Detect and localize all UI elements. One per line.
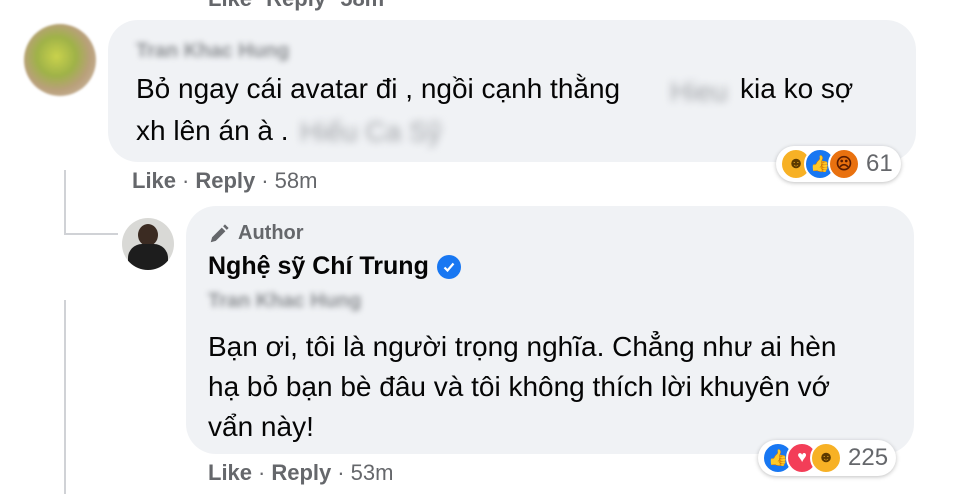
prev-reply-button[interactable]: Reply: [266, 0, 326, 11]
reaction-count: 225: [848, 444, 889, 471]
reply-text-line1: Bạn ơi, tôi là người trọng nghĩa. Chẳng …: [208, 331, 837, 362]
prev-timestamp[interactable]: 58m: [340, 0, 384, 11]
separator-dot: ·: [337, 460, 345, 485]
author-avatar[interactable]: [122, 218, 174, 270]
thread-branch: [64, 233, 118, 235]
reply-actions: Like · Reply · 53m: [208, 460, 393, 486]
separator-dot: ·: [258, 460, 266, 485]
reply-button[interactable]: Reply: [195, 168, 255, 194]
reply-author-name[interactable]: Nghệ sỹ Chí Trung: [208, 252, 429, 281]
timestamp[interactable]: 58m: [275, 168, 318, 194]
commenter-avatar[interactable]: [24, 24, 96, 96]
pen-icon: [210, 223, 229, 242]
author-badge: Author: [208, 222, 304, 245]
reaction-count: 61: [866, 150, 893, 177]
reply-text-line3: vẩn này!: [208, 411, 314, 442]
blurred-mention[interactable]: Hiếu Ca Sỹ: [300, 116, 442, 148]
verified-badge-icon: [436, 254, 461, 279]
separator-dot: ·: [261, 168, 269, 193]
timestamp[interactable]: 53m: [351, 460, 394, 486]
prev-comment-actions: Like Reply 58m: [208, 0, 392, 12]
reply-author: Nghệ sỹ Chí Trung: [208, 252, 461, 281]
like-button[interactable]: Like: [208, 460, 252, 486]
haha-reaction-icon: ☻: [810, 442, 842, 474]
comment-actions: Like · Reply · 58m: [132, 168, 317, 194]
comment-text-start: Bỏ ngay cái avatar đi , ngồi cạnh thằng: [136, 73, 621, 104]
comment-text-line1: Bỏ ngay cái avatar đi , ngồi cạnh thằng: [136, 68, 620, 110]
reaction-summary[interactable]: ☻ 👍 ☹ 61: [776, 146, 901, 182]
angry-reaction-icon: ☹: [828, 148, 860, 180]
comment-text-line2: xh lên án à .: [136, 115, 289, 146]
avatar-head: [138, 224, 158, 246]
reply-reaction-summary[interactable]: 👍 ♥ ☻ 225: [758, 440, 897, 476]
commenter-name-blurred[interactable]: Tran Khac Hung: [136, 40, 289, 63]
avatar-body: [128, 244, 168, 270]
blurred-word: Hieu: [670, 76, 728, 107]
thread-line: [64, 170, 66, 235]
thread-line-lower: [64, 300, 66, 494]
author-badge-label: Author: [238, 222, 304, 244]
reply-button[interactable]: Reply: [271, 460, 331, 486]
reply-text-line2: hạ bỏ bạn bè đâu và tôi không thích lời …: [208, 371, 831, 402]
prev-like-button[interactable]: Like: [208, 0, 252, 11]
mention-blurred[interactable]: Tran Khac Hung: [208, 290, 361, 313]
comment-text-line1-end: kia ko sợ: [740, 73, 854, 104]
separator-dot: ·: [182, 168, 190, 193]
like-button[interactable]: Like: [132, 168, 176, 194]
